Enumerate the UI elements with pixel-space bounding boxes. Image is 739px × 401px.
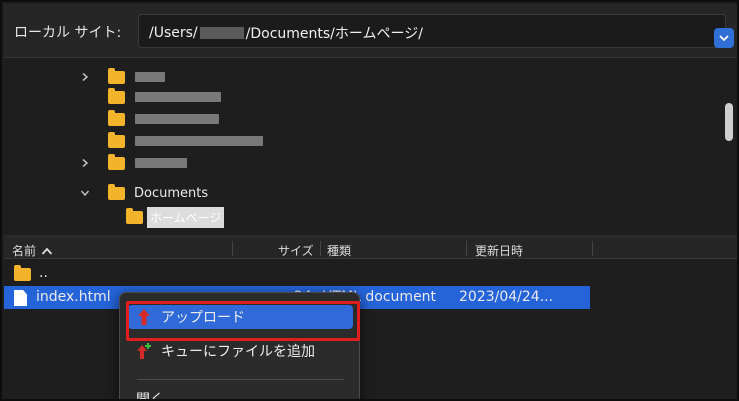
path-dropdown-button[interactable] xyxy=(714,28,734,48)
tree-label-homepage: ホームページ xyxy=(147,206,225,228)
folder-icon xyxy=(108,153,125,170)
add-to-queue-icon xyxy=(136,342,152,360)
redacted-folder-name xyxy=(135,92,221,102)
tree-label-documents: Documents xyxy=(134,185,209,201)
column-header-name[interactable]: 名前 xyxy=(12,242,53,259)
local-site-bar: ローカル サイト: /Users/ /Documents/ホームページ/ xyxy=(4,4,737,58)
folder-icon xyxy=(108,183,125,200)
redacted-username xyxy=(199,27,244,39)
redacted-folder-name xyxy=(135,136,263,146)
column-name-label: 名前 xyxy=(12,244,37,258)
file-name: index.html xyxy=(36,289,111,305)
redacted-folder-name xyxy=(135,158,187,168)
folder-icon xyxy=(108,67,125,84)
local-path-text[interactable]: /Users/ /Documents/ホームページ/ xyxy=(149,23,423,43)
path-suffix: /Documents/ホームページ/ xyxy=(245,26,423,42)
chevron-down-icon[interactable] xyxy=(79,187,91,199)
tree-item[interactable] xyxy=(91,109,219,129)
tree-item[interactable] xyxy=(91,131,263,151)
app-window: ローカル サイト: /Users/ /Documents/ホームページ/ Doc… xyxy=(0,0,739,401)
menu-separator xyxy=(137,379,344,380)
local-site-label: ローカル サイト: xyxy=(14,25,122,41)
menu-item-upload-label: アップロード xyxy=(161,310,245,326)
folder-icon xyxy=(108,109,125,126)
sort-ascending-icon xyxy=(41,246,53,256)
tree-scrollbar-thumb[interactable] xyxy=(725,103,733,141)
folder-icon xyxy=(108,87,125,104)
column-header-type[interactable]: 種類 xyxy=(327,242,351,259)
local-path-field[interactable]: /Users/ /Documents/ホームページ/ xyxy=(138,14,726,48)
menu-item-add-to-queue-label: キューにファイルを追加 xyxy=(161,344,315,360)
path-prefix: /Users/ xyxy=(149,25,198,41)
local-directory-tree[interactable]: Documents ホームページ xyxy=(4,59,737,235)
menu-item-add-to-queue[interactable]: キューにファイルを追加 xyxy=(128,339,353,363)
file-name: .. xyxy=(39,265,48,281)
folder-icon xyxy=(108,131,125,148)
redacted-folder-name xyxy=(135,72,165,82)
folder-icon xyxy=(126,207,143,224)
file-list-header: 名前 サイズ 種類 更新日時 xyxy=(4,238,737,259)
column-separator[interactable] xyxy=(232,241,233,256)
chevron-down-icon xyxy=(719,35,729,42)
file-modified: 2023/04/24... xyxy=(459,289,554,305)
file-row-parent[interactable]: .. xyxy=(4,262,737,285)
menu-item-upload[interactable]: アップロード xyxy=(128,305,353,329)
chevron-right-icon[interactable] xyxy=(79,71,91,83)
folder-icon xyxy=(14,265,31,281)
column-separator[interactable] xyxy=(466,241,467,256)
column-header-size[interactable]: サイズ xyxy=(278,242,314,259)
tree-item-homepage[interactable]: ホームページ xyxy=(126,206,225,228)
context-menu: アップロード キューにファイルを追加 開く xyxy=(119,292,360,401)
document-icon xyxy=(14,290,27,306)
menu-item-open[interactable]: 開く xyxy=(128,387,353,401)
redacted-folder-name xyxy=(135,114,219,124)
chevron-right-icon[interactable] xyxy=(79,157,91,169)
tree-item-documents[interactable]: Documents xyxy=(79,183,208,203)
column-header-modified[interactable]: 更新日時 xyxy=(475,242,523,259)
column-separator[interactable] xyxy=(592,241,593,256)
tree-item[interactable] xyxy=(79,67,165,87)
tree-item[interactable] xyxy=(79,153,187,173)
menu-item-open-label: 開く xyxy=(136,392,164,401)
upload-arrow-icon xyxy=(136,308,152,326)
column-separator[interactable] xyxy=(320,241,321,256)
tree-item[interactable] xyxy=(91,87,221,107)
